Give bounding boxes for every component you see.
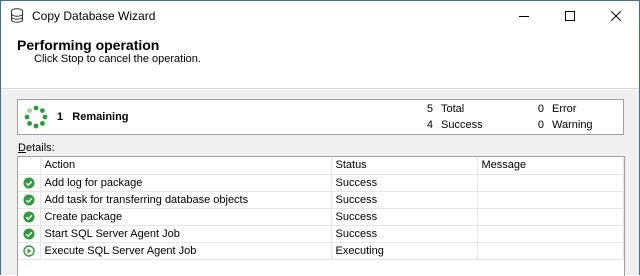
status-cell: Success bbox=[331, 208, 478, 226]
action-cell: Execute SQL Server Agent Job bbox=[40, 242, 332, 260]
success-check-icon bbox=[23, 177, 35, 189]
action-cell: Start SQL Server Agent Job bbox=[40, 225, 332, 243]
window-title: Copy Database Wizard bbox=[32, 9, 156, 23]
progress-spinner-icon bbox=[24, 105, 48, 129]
page-subtitle: Click Stop to cancel the operation. bbox=[34, 53, 201, 65]
progress-summary: 1 Remaining 5 Total 4 Success 0 Error 0 … bbox=[17, 99, 624, 135]
page-title: Performing operation bbox=[17, 37, 160, 53]
warning-label: Warning bbox=[552, 119, 593, 131]
grid-header-row: Action Status Message bbox=[18, 157, 624, 175]
row-icon-cell bbox=[18, 208, 41, 226]
table-row[interactable]: Add task for transferring database objec… bbox=[18, 191, 624, 209]
minimize-button[interactable] bbox=[501, 1, 547, 31]
remaining-label: Remaining bbox=[72, 111, 129, 123]
status-column-header[interactable]: Status bbox=[331, 157, 478, 175]
executing-arrow-icon bbox=[23, 244, 35, 257]
success-label: Success bbox=[441, 119, 483, 131]
message-cell bbox=[477, 191, 624, 209]
database-icon bbox=[11, 8, 23, 23]
message-column-header[interactable]: Message bbox=[477, 157, 624, 175]
details-label: Details: bbox=[18, 142, 55, 154]
details-label-text: etails: bbox=[25, 142, 55, 154]
action-cell: Create package bbox=[40, 208, 332, 226]
warning-count: 0 bbox=[537, 119, 544, 131]
message-cell bbox=[477, 208, 624, 226]
success-check-icon bbox=[23, 228, 35, 240]
status-cell: Executing bbox=[331, 242, 478, 260]
action-cell: Add task for transferring database objec… bbox=[40, 191, 332, 209]
row-icon-cell bbox=[18, 174, 41, 192]
row-icon-cell bbox=[18, 242, 41, 260]
success-count: 4 bbox=[426, 119, 433, 131]
remaining-status: 1 Remaining bbox=[57, 111, 129, 123]
close-icon bbox=[611, 11, 621, 21]
details-grid[interactable]: Action Status Message Add log for packag… bbox=[17, 156, 625, 276]
table-row[interactable]: Start SQL Server Agent Job Success bbox=[18, 225, 624, 243]
wizard-body: 1 Remaining 5 Total 4 Success 0 Error 0 … bbox=[1, 90, 639, 276]
maximize-icon bbox=[565, 11, 575, 21]
action-cell: Add log for package bbox=[40, 174, 332, 192]
maximize-button[interactable] bbox=[547, 1, 593, 31]
success-check-icon bbox=[23, 194, 35, 206]
remaining-count: 1 bbox=[57, 111, 64, 123]
row-icon-cell bbox=[18, 225, 41, 243]
total-label: Total bbox=[441, 103, 465, 115]
close-button[interactable] bbox=[593, 1, 639, 31]
message-cell bbox=[477, 174, 624, 192]
status-cell: Success bbox=[331, 225, 478, 243]
table-row[interactable]: Execute SQL Server Agent Job Executing bbox=[18, 242, 624, 260]
title-bar[interactable]: Copy Database Wizard bbox=[1, 1, 639, 31]
details-label-accesskey: D bbox=[18, 142, 26, 154]
message-cell bbox=[477, 225, 624, 243]
error-count: 0 bbox=[537, 103, 544, 115]
minimize-icon bbox=[519, 16, 529, 17]
success-check-icon bbox=[23, 211, 35, 223]
message-cell bbox=[477, 242, 624, 260]
table-row[interactable]: Create package Success bbox=[18, 208, 624, 226]
total-count: 5 bbox=[426, 103, 433, 115]
wizard-header: Performing operation Click Stop to cance… bbox=[1, 31, 639, 89]
action-column-header[interactable]: Action bbox=[40, 157, 332, 175]
row-icon-cell bbox=[18, 191, 41, 209]
status-cell: Success bbox=[331, 191, 478, 209]
status-cell: Success bbox=[331, 174, 478, 192]
icon-column-header[interactable] bbox=[18, 157, 41, 175]
table-row[interactable]: Add log for package Success bbox=[18, 174, 624, 192]
error-label: Error bbox=[552, 103, 577, 115]
